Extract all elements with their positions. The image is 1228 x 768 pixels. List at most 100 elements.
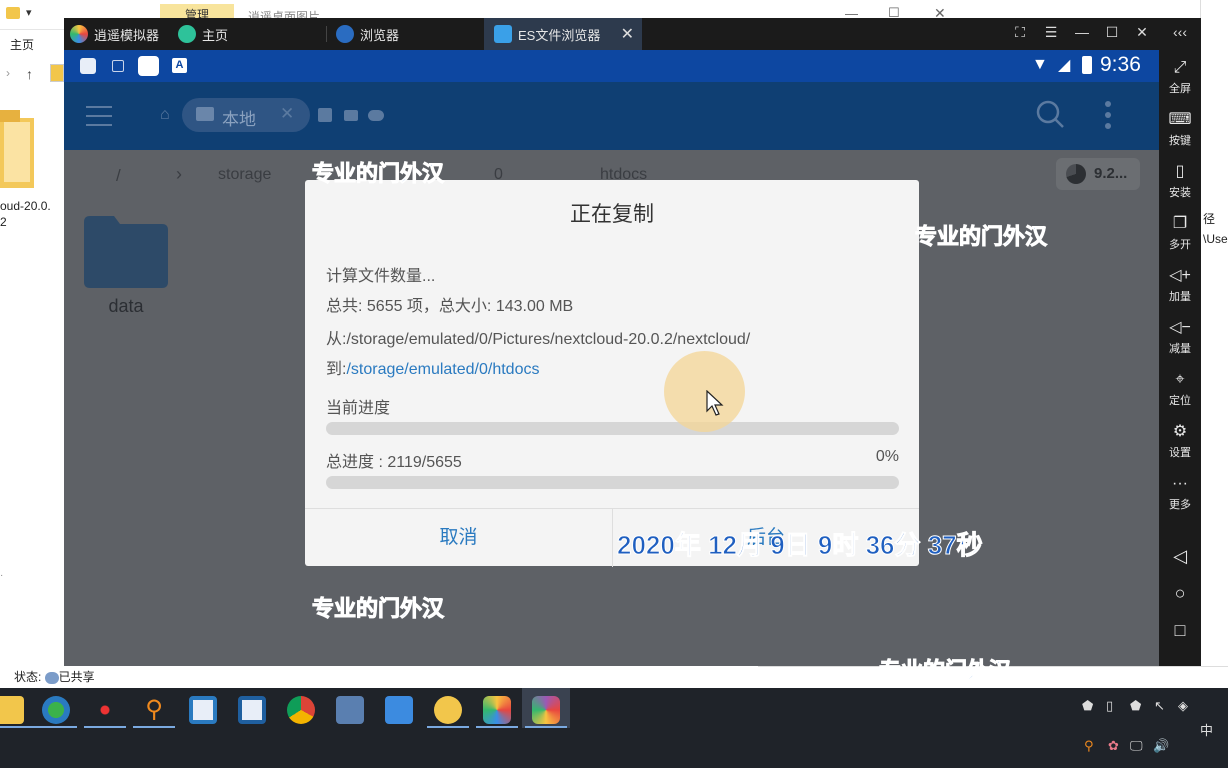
- tray-flower-icon[interactable]: ✿: [1108, 738, 1119, 754]
- ribbon-home-tab[interactable]: 主页: [10, 36, 34, 53]
- tab-es-file-explorer[interactable]: ES文件浏览器 ✕: [484, 18, 642, 50]
- path-chevron-icon: ›: [176, 164, 182, 184]
- tab-emulator[interactable]: 逍遥模拟器: [70, 18, 159, 50]
- es-appbar: ⌂ 本地 ✕: [64, 82, 1159, 150]
- ie-taskbar-icon[interactable]: [42, 696, 70, 724]
- volume-down-label: 减量: [1169, 343, 1191, 355]
- path-root[interactable]: /: [116, 166, 121, 186]
- back-triangle-icon: ◁: [1173, 546, 1187, 566]
- status-shared: 已共享: [58, 670, 95, 684]
- screenshot-icon[interactable]: ⛶: [1010, 24, 1030, 41]
- maximize-icon[interactable]: ☐: [1102, 24, 1122, 41]
- search-taskbar-icon[interactable]: ⚲: [140, 696, 168, 724]
- tray-ime-icon[interactable]: 中: [1200, 720, 1213, 739]
- file-explorer-taskbar-icon[interactable]: [0, 696, 24, 724]
- tab-browser[interactable]: 浏览器: [336, 18, 399, 50]
- more-vert-icon[interactable]: [1104, 100, 1112, 130]
- tray-memu-icon[interactable]: ⬟: [1082, 698, 1093, 714]
- collapse-panel-icon[interactable]: ‹‹‹: [1170, 24, 1190, 40]
- android-back-button[interactable]: ◁: [1159, 546, 1201, 567]
- ftp-taskbar-icon[interactable]: [434, 696, 462, 724]
- memu-multi-taskbar-icon[interactable]: [532, 696, 560, 724]
- folder-icon[interactable]: [0, 110, 36, 190]
- emulator-titlebar: 逍遥模拟器 主页 浏览器 ES文件浏览器 ✕ ⛶ ☰ — ☐ ✕ ‹‹‹: [64, 18, 1201, 50]
- search-icon[interactable]: [1036, 100, 1066, 130]
- mouse-cursor-icon: [706, 389, 724, 416]
- battery-icon: [1082, 56, 1092, 74]
- gear-icon: ⚙: [1172, 423, 1188, 440]
- tray-search-icon[interactable]: ⚲: [1084, 738, 1094, 754]
- install-apk-button[interactable]: ▯ 安装: [1159, 162, 1201, 200]
- emulator-side-panel: ⤢ 全屏 ⌨ 按键 ▯ 安装 ❐ 多开 ◁+ 加量 ◁− 减量 ⌖ 定位 ⚙ 设置 ··· 更多 …: [1159, 50, 1201, 666]
- network-taskbar-icon[interactable]: [336, 696, 364, 724]
- memu-taskbar-icon[interactable]: [483, 696, 511, 724]
- media-taskbar-icon[interactable]: [91, 696, 119, 724]
- minimize-icon[interactable]: —: [1072, 24, 1092, 40]
- right-window-path: \Use: [1203, 232, 1228, 246]
- feishu-taskbar-icon[interactable]: [385, 696, 413, 724]
- tray-volume-icon[interactable]: 🔊: [1153, 738, 1169, 754]
- window2-taskbar-icon[interactable]: [238, 696, 266, 724]
- multi-instance-icon: ❐: [1172, 215, 1188, 232]
- watermark-3: 专业的门外汉: [311, 596, 445, 622]
- storage-badge[interactable]: 9.2...: [1056, 158, 1140, 190]
- settings-label: 设置: [1169, 447, 1191, 459]
- fullscreen-label: 全屏: [1169, 83, 1191, 95]
- tab-browser-label: 浏览器: [360, 27, 400, 43]
- tab-home[interactable]: 主页: [178, 18, 228, 50]
- overall-progress-bar: [326, 476, 899, 489]
- tray-memu2-icon[interactable]: ⬟: [1130, 698, 1141, 714]
- fullscreen-button[interactable]: ⤢ 全屏: [1159, 58, 1201, 96]
- path-storage[interactable]: storage: [218, 166, 271, 184]
- tray-app-icon[interactable]: ◈: [1178, 698, 1188, 714]
- folder-label-line1: oud-20.0.: [0, 199, 51, 213]
- copy-notification-icon: [112, 60, 124, 72]
- location-button[interactable]: ⌖ 定位: [1159, 370, 1201, 408]
- settings-button[interactable]: ⚙ 设置: [1159, 422, 1201, 460]
- folder-data[interactable]: [84, 216, 168, 288]
- shared-icon: [44, 671, 59, 684]
- phone-icon: [196, 107, 214, 121]
- volume-down-button[interactable]: ◁− 减量: [1159, 318, 1201, 356]
- status-label: 状态:: [14, 670, 45, 684]
- tray-usb-icon[interactable]: ▯: [1106, 698, 1113, 714]
- hamburger-menu-icon[interactable]: [86, 104, 114, 128]
- back-icon[interactable]: ›: [6, 66, 10, 80]
- more-icon: ···: [1172, 475, 1188, 492]
- source-path-text: 从:/storage/emulated/0/Pictures/nextcloud…: [326, 331, 751, 348]
- network-icon[interactable]: [344, 110, 358, 121]
- tab-close-icon[interactable]: ✕: [621, 24, 634, 44]
- cloud-icon[interactable]: [368, 110, 384, 121]
- destination-path-link[interactable]: /storage/emulated/0/htdocs: [346, 361, 539, 378]
- chrome-taskbar-icon[interactable]: [287, 696, 315, 724]
- cancel-button[interactable]: 取消: [305, 509, 612, 567]
- up-arrow-icon[interactable]: ↑: [26, 66, 33, 82]
- apk-icon: ▯: [1175, 163, 1185, 180]
- dropdown-icon[interactable]: ▾: [26, 6, 32, 19]
- memu-logo-icon: [70, 25, 88, 43]
- home-icon[interactable]: ⌂: [160, 106, 170, 124]
- close-icon[interactable]: ✕: [1132, 24, 1152, 41]
- location-chip[interactable]: 本地 ✕: [182, 98, 310, 132]
- tab-es-label: ES文件浏览器: [518, 27, 601, 43]
- more-label: 更多: [1169, 499, 1191, 511]
- tray-network-icon[interactable]: 🖵: [1130, 738, 1143, 754]
- menu-icon[interactable]: ☰: [1041, 24, 1061, 41]
- es-file-icon: [494, 25, 512, 43]
- address-folder-icon: [50, 64, 64, 82]
- window-taskbar-icon[interactable]: [189, 696, 217, 724]
- android-recents-button[interactable]: □: [1159, 620, 1201, 641]
- recents-square-icon: □: [1174, 620, 1186, 640]
- watermark-1: 专业的门外汉: [311, 161, 445, 187]
- sd-card-icon[interactable]: [318, 108, 332, 122]
- keyboard-button[interactable]: ⌨ 按键: [1159, 110, 1201, 148]
- volume-up-button[interactable]: ◁+ 加量: [1159, 266, 1201, 304]
- tab-home-label: 主页: [202, 27, 229, 43]
- more-button[interactable]: ··· 更多: [1159, 474, 1201, 512]
- wifi-icon: ▼: [1032, 56, 1048, 73]
- dialog-title: 正在复制: [570, 203, 654, 226]
- calc-file-count-text: 计算文件数量...: [326, 268, 436, 285]
- multi-instance-button[interactable]: ❐ 多开: [1159, 214, 1201, 252]
- chip-close-icon[interactable]: ✕: [280, 104, 294, 124]
- android-home-button[interactable]: ○: [1159, 583, 1201, 604]
